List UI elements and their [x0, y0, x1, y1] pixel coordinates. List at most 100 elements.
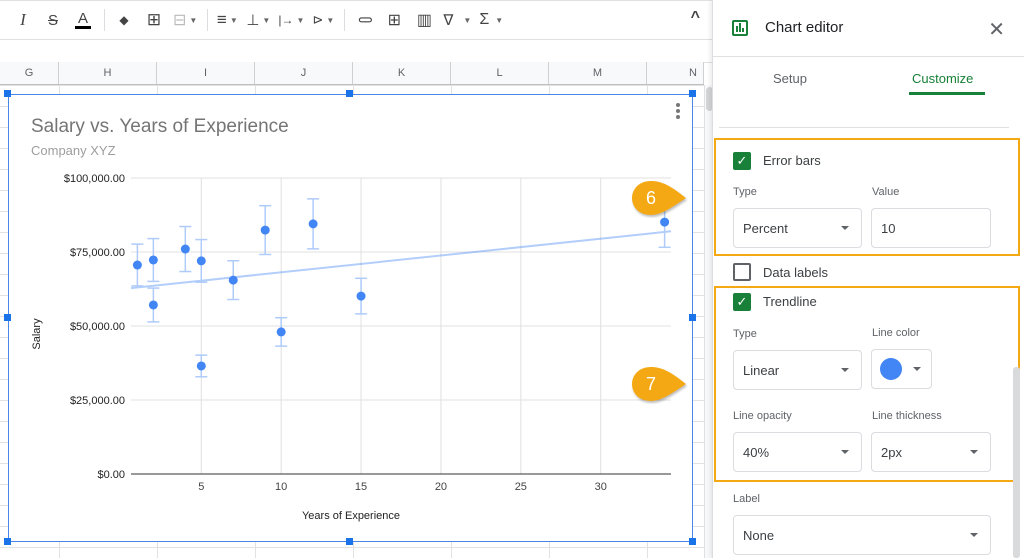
data-point [660, 217, 670, 227]
line-opacity-select[interactable]: 40% [733, 432, 862, 472]
column-header[interactable]: J [255, 62, 353, 84]
resize-handle-top[interactable] [346, 90, 353, 97]
column-label: J [300, 67, 307, 79]
trendline-label-select[interactable]: None [733, 515, 991, 555]
column-header[interactable]: N [647, 62, 704, 84]
callout-number: 7 [645, 373, 656, 394]
dropdown-arrow-icon [841, 450, 849, 454]
chart-editor-scrollbar[interactable] [1013, 367, 1020, 558]
column-header[interactable]: G [0, 62, 59, 84]
horizontal-align-button[interactable]: ≡ ▼ [216, 6, 238, 34]
column-header[interactable]: I [157, 62, 255, 84]
formula-bar[interactable] [0, 40, 712, 63]
column-header[interactable]: L [451, 62, 549, 84]
chevron-down-icon: ▼ [229, 15, 238, 25]
y-tick-label: $100,000.00 [64, 173, 125, 185]
insert-comment-button[interactable]: ⊞ [383, 6, 405, 34]
strikethrough-button[interactable]: S [42, 6, 64, 34]
trendline-type-select[interactable]: Linear [733, 350, 862, 390]
line-thickness-select[interactable]: 2px [871, 432, 991, 472]
x-tick-label: 20 [435, 481, 447, 493]
fill-color-button[interactable]: ◆ [113, 6, 135, 34]
toolbar-divider [104, 9, 105, 31]
column-header-row: G H I J K L M N [0, 62, 704, 85]
select-value: None [743, 527, 775, 543]
resize-handle-bottom-right[interactable] [689, 538, 696, 545]
select-value: 2px [881, 444, 902, 460]
line-color-picker[interactable] [871, 349, 932, 389]
input-value: 10 [881, 220, 896, 236]
resize-handle-top-right[interactable] [689, 90, 696, 97]
data-point [228, 275, 238, 285]
chart-icon: ▥ [416, 12, 432, 29]
collapse-toolbar-button[interactable]: ^ [691, 9, 700, 27]
sigma-icon: Σ [479, 11, 490, 28]
data-labels-checkbox[interactable] [733, 263, 751, 281]
text-wrapping-button[interactable]: |→ ▼ [278, 6, 304, 34]
filter-button[interactable]: ∇ ▼ [443, 6, 471, 34]
column-label: G [24, 67, 34, 79]
resize-handle-right[interactable] [689, 314, 696, 321]
column-header[interactable]: K [353, 62, 451, 84]
chevron-down-icon: ▼ [326, 15, 335, 25]
data-point [260, 225, 270, 235]
dropdown-arrow-icon [913, 367, 921, 371]
text-color-button[interactable]: A [72, 6, 94, 34]
data-point [148, 300, 158, 310]
italic-icon: I [20, 10, 26, 29]
y-axis-title: Salary [31, 318, 43, 350]
trendline-checkbox[interactable]: ✓ [733, 293, 751, 311]
column-header[interactable]: M [549, 62, 647, 84]
borders-button[interactable]: ⊞ [143, 6, 165, 34]
text-color-icon: A [77, 9, 88, 27]
chevron-down-icon: ▼ [463, 15, 472, 25]
line-opacity-label: Line opacity [733, 410, 792, 422]
data-point [148, 255, 158, 265]
data-labels-label: Data labels [763, 265, 829, 280]
checkmark-icon: ✓ [736, 294, 748, 309]
active-tab-indicator [909, 92, 985, 95]
error-value-input[interactable]: 10 [871, 208, 991, 248]
align-left-icon: ≡ [216, 10, 227, 29]
column-label: K [397, 67, 406, 79]
insert-link-button[interactable]: ⊂⊃ [353, 6, 375, 34]
chart-editor-tabs: Setup Customize [713, 58, 1024, 100]
dropdown-arrow-icon [970, 533, 978, 537]
resize-handle-bottom[interactable] [346, 538, 353, 545]
error-bars-checkbox[interactable]: ✓ [733, 152, 751, 170]
text-rotation-button[interactable]: ⊳ ▼ [312, 6, 334, 34]
formatting-toolbar: I S A ◆ ⊞ ⊟ ▼ ≡ ▼ ⊥ ▼ |→ ▼ ⊳ ▼ ⊂⊃ ⊞ ▥ ∇ ▼ Σ ▼ ^ [0, 0, 712, 40]
column-label: N [689, 67, 697, 79]
data-point [276, 327, 286, 337]
filter-icon: ∇ [443, 12, 454, 29]
data-point [132, 260, 142, 270]
column-label: M [592, 67, 603, 79]
column-label: H [103, 67, 112, 79]
color-swatch [880, 358, 902, 380]
text-wrap-icon: |→ [278, 13, 294, 27]
insert-chart-button[interactable]: ▥ [413, 6, 435, 34]
select-value: Linear [743, 362, 780, 378]
resize-handle-top-left[interactable] [4, 90, 11, 97]
resize-handle-left[interactable] [4, 314, 11, 321]
functions-button[interactable]: Σ ▼ [479, 6, 503, 34]
error-type-label: Type [733, 186, 757, 198]
merge-cells-button[interactable]: ⊟ ▼ [173, 6, 197, 34]
link-icon: ⊂⊃ [357, 14, 373, 26]
tab-customize[interactable]: Customize [912, 71, 973, 86]
data-point [196, 256, 206, 266]
callout-marker-6: 6 [631, 180, 689, 216]
resize-handle-bottom-left[interactable] [4, 538, 11, 545]
chevron-down-icon: ▼ [189, 15, 198, 25]
scatter-chart[interactable]: Salary vs. Years of Experience Company X… [8, 94, 693, 542]
column-label: I [203, 67, 208, 79]
column-header[interactable]: H [59, 62, 157, 84]
error-type-select[interactable]: Percent [733, 208, 862, 248]
tab-setup[interactable]: Setup [773, 71, 807, 86]
x-tick-label: 25 [515, 481, 527, 493]
italic-button[interactable]: I [12, 6, 34, 34]
close-icon[interactable]: ✕ [988, 17, 1005, 42]
checkmark-icon: ✓ [736, 153, 748, 168]
borders-icon: ⊞ [146, 10, 162, 29]
vertical-align-button[interactable]: ⊥ ▼ [246, 6, 270, 34]
